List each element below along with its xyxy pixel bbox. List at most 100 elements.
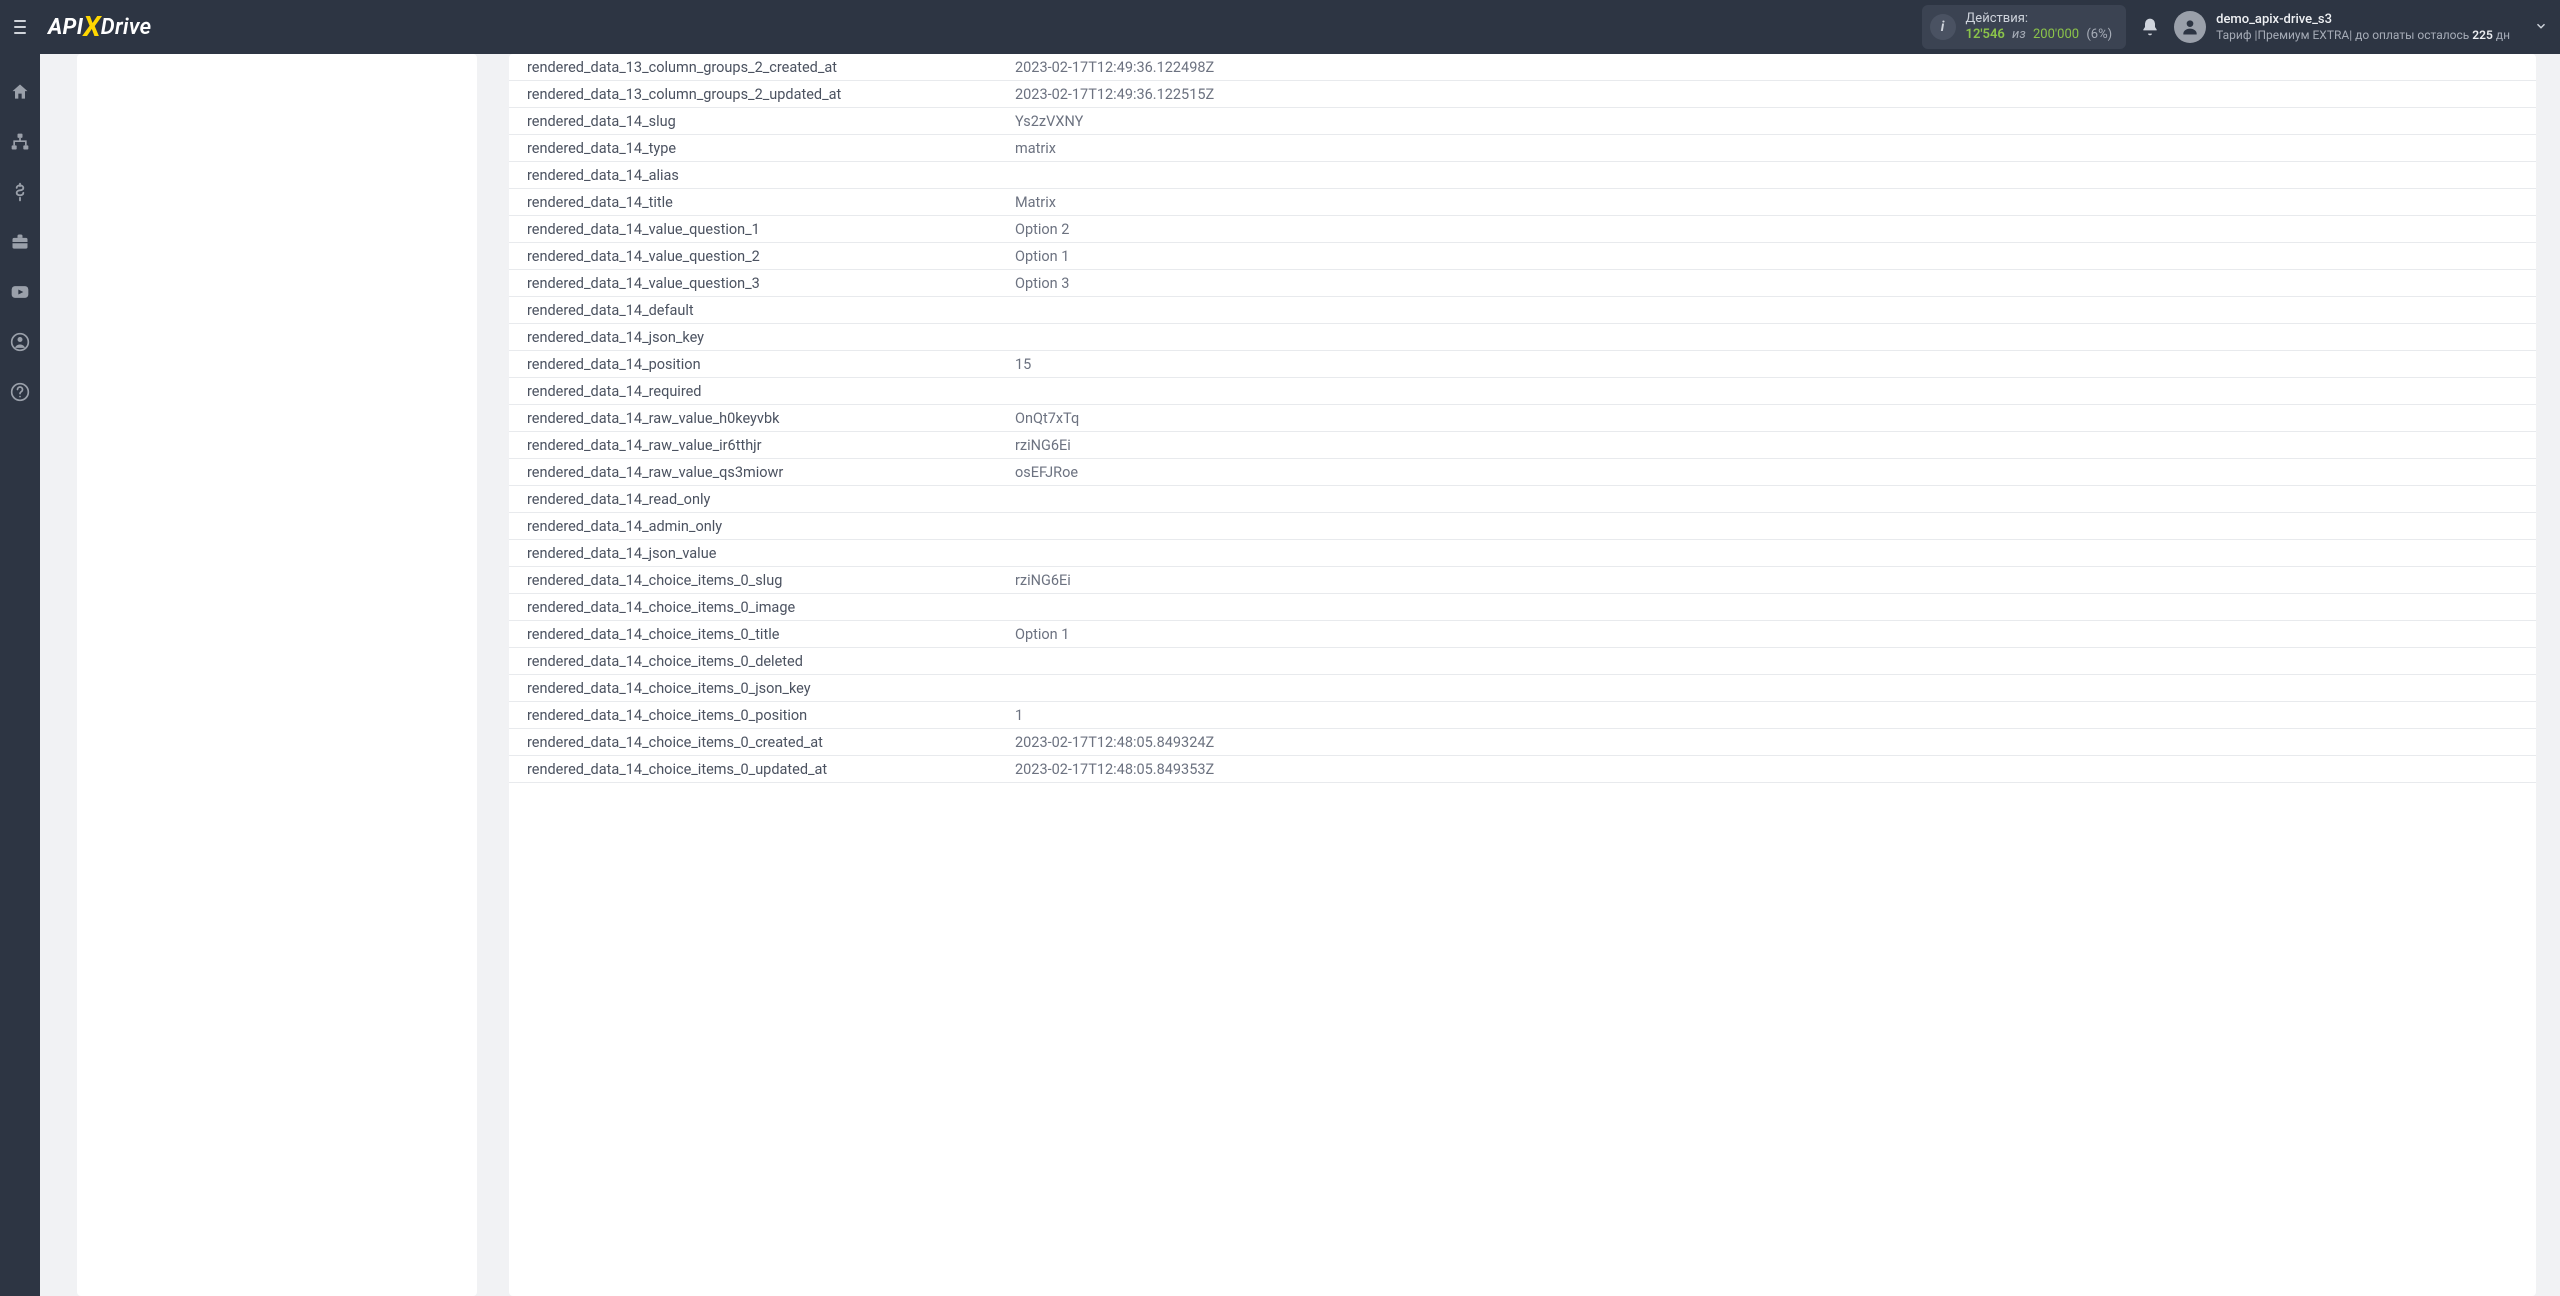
field-key: rendered_data_14_type [509, 140, 1009, 157]
info-icon: i [1930, 14, 1956, 40]
field-value: rziNG6Ei [1009, 572, 2536, 589]
field-row[interactable]: rendered_data_13_column_groups_2_created… [509, 54, 2536, 81]
field-value: Option 1 [1009, 626, 2536, 643]
field-key: rendered_data_13_column_groups_2_updated… [509, 86, 1009, 103]
field-row[interactable]: rendered_data_14_choice_items_0_slugrziN… [509, 567, 2536, 594]
field-row[interactable]: rendered_data_14_slugYs2zVXNY [509, 108, 2536, 135]
field-key: rendered_data_13_column_groups_2_created… [509, 59, 1009, 76]
field-key: rendered_data_14_choice_items_0_position [509, 707, 1009, 724]
nav-home[interactable] [6, 78, 34, 106]
field-row[interactable]: rendered_data_14_choice_items_0_image [509, 594, 2536, 621]
field-row[interactable]: rendered_data_14_choice_items_0_updated_… [509, 756, 2536, 783]
field-row[interactable]: rendered_data_14_titleMatrix [509, 189, 2536, 216]
nav-help[interactable] [6, 378, 34, 406]
field-value: Option 3 [1009, 275, 2536, 292]
field-row[interactable]: rendered_data_14_json_value [509, 540, 2536, 567]
field-key: rendered_data_14_required [509, 383, 1009, 400]
field-key: rendered_data_14_raw_value_qs3miowr [509, 464, 1009, 481]
field-row[interactable]: rendered_data_14_typematrix [509, 135, 2536, 162]
top-header: API X Drive i Действия: 12'546 из 200'00… [0, 0, 2560, 54]
notifications-button[interactable] [2140, 17, 2160, 37]
nav-video[interactable] [6, 278, 34, 306]
field-row[interactable]: rendered_data_14_raw_value_h0keyvbkOnQt7… [509, 405, 2536, 432]
nav-connections[interactable] [6, 128, 34, 156]
field-value: 2023-02-17T12:48:05.849324Z [1009, 734, 2536, 751]
logo-api: API [48, 15, 83, 40]
user-icon [2180, 17, 2200, 37]
field-value: OnQt7xTq [1009, 410, 2536, 427]
field-key: rendered_data_14_choice_items_0_updated_… [509, 761, 1009, 778]
left-panel [77, 54, 477, 1296]
actions-counter[interactable]: i Действия: 12'546 из 200'000 (6%) [1922, 5, 2127, 50]
field-key: rendered_data_14_choice_items_0_title [509, 626, 1009, 643]
field-key: rendered_data_14_choice_items_0_created_… [509, 734, 1009, 751]
field-value: 2023-02-17T12:49:36.122498Z [1009, 59, 2536, 76]
field-key: rendered_data_14_raw_value_h0keyvbk [509, 410, 1009, 427]
field-row[interactable]: rendered_data_14_value_question_2Option … [509, 243, 2536, 270]
field-row[interactable]: rendered_data_14_admin_only [509, 513, 2536, 540]
header-right: i Действия: 12'546 из 200'000 (6%) demo_… [1922, 5, 2548, 50]
data-panel: rendered_data_13_column_groups_2_created… [509, 54, 2536, 1296]
field-row[interactable]: rendered_data_13_column_groups_2_updated… [509, 81, 2536, 108]
home-icon [10, 82, 30, 102]
field-value: matrix [1009, 140, 2536, 157]
field-value: osEFJRoe [1009, 464, 2536, 481]
field-row[interactable]: rendered_data_14_required [509, 378, 2536, 405]
field-key: rendered_data_14_choice_items_0_deleted [509, 653, 1009, 670]
field-row[interactable]: rendered_data_14_choice_items_0_created_… [509, 729, 2536, 756]
field-value: 2023-02-17T12:49:36.122515Z [1009, 86, 2536, 103]
field-row[interactable]: rendered_data_14_value_question_3Option … [509, 270, 2536, 297]
avatar [2174, 11, 2206, 43]
field-row[interactable]: rendered_data_14_position15 [509, 351, 2536, 378]
user-plan: Тариф |Премиум EXTRA| до оплаты осталось… [2216, 28, 2510, 42]
nav-billing[interactable] [6, 178, 34, 206]
youtube-icon [10, 282, 30, 302]
field-key: rendered_data_14_title [509, 194, 1009, 211]
field-row[interactable]: rendered_data_14_read_only [509, 486, 2536, 513]
logo-drive: Drive [101, 15, 152, 40]
field-value: rziNG6Ei [1009, 437, 2536, 454]
field-value: Option 2 [1009, 221, 2536, 238]
user-circle-icon [10, 332, 30, 352]
field-row[interactable]: rendered_data_14_json_key [509, 324, 2536, 351]
field-value: Matrix [1009, 194, 2536, 211]
dollar-icon [10, 182, 30, 202]
chevron-down-icon [2534, 18, 2548, 37]
user-menu[interactable]: demo_apix-drive_s3 Тариф |Премиум EXTRA|… [2174, 11, 2548, 43]
field-key: rendered_data_14_alias [509, 167, 1009, 184]
bell-icon [2140, 17, 2160, 37]
left-sidebar [0, 54, 40, 1296]
field-key: rendered_data_14_raw_value_ir6tthjr [509, 437, 1009, 454]
field-key: rendered_data_14_value_question_3 [509, 275, 1009, 292]
field-row[interactable]: rendered_data_14_raw_value_qs3miowrosEFJ… [509, 459, 2536, 486]
logo-x: X [83, 10, 101, 43]
field-key: rendered_data_14_json_value [509, 545, 1009, 562]
logo[interactable]: API X Drive [48, 11, 151, 44]
field-key: rendered_data_14_slug [509, 113, 1009, 130]
field-key: rendered_data_14_admin_only [509, 518, 1009, 535]
field-row[interactable]: rendered_data_14_default [509, 297, 2536, 324]
field-row[interactable]: rendered_data_14_choice_items_0_deleted [509, 648, 2536, 675]
field-key: rendered_data_14_value_question_1 [509, 221, 1009, 238]
field-row[interactable]: rendered_data_14_alias [509, 162, 2536, 189]
question-icon [10, 382, 30, 402]
nav-account[interactable] [6, 328, 34, 356]
field-row[interactable]: rendered_data_14_choice_items_0_position… [509, 702, 2536, 729]
field-key: rendered_data_14_position [509, 356, 1009, 373]
field-row[interactable]: rendered_data_14_choice_items_0_titleOpt… [509, 621, 2536, 648]
nav-briefcase[interactable] [6, 228, 34, 256]
field-key: rendered_data_14_choice_items_0_slug [509, 572, 1009, 589]
field-value: 2023-02-17T12:48:05.849353Z [1009, 761, 2536, 778]
briefcase-icon [10, 232, 30, 252]
sitemap-icon [10, 132, 30, 152]
field-key: rendered_data_14_value_question_2 [509, 248, 1009, 265]
field-value: 15 [1009, 356, 2536, 373]
field-row[interactable]: rendered_data_14_value_question_1Option … [509, 216, 2536, 243]
field-value: 1 [1009, 707, 2536, 724]
field-row[interactable]: rendered_data_14_choice_items_0_json_key [509, 675, 2536, 702]
field-row[interactable]: rendered_data_14_raw_value_ir6tthjrrziNG… [509, 432, 2536, 459]
field-key: rendered_data_14_choice_items_0_image [509, 599, 1009, 616]
main-area: rendered_data_13_column_groups_2_created… [40, 54, 2560, 1296]
field-key: rendered_data_14_read_only [509, 491, 1009, 508]
menu-button[interactable] [8, 14, 32, 40]
